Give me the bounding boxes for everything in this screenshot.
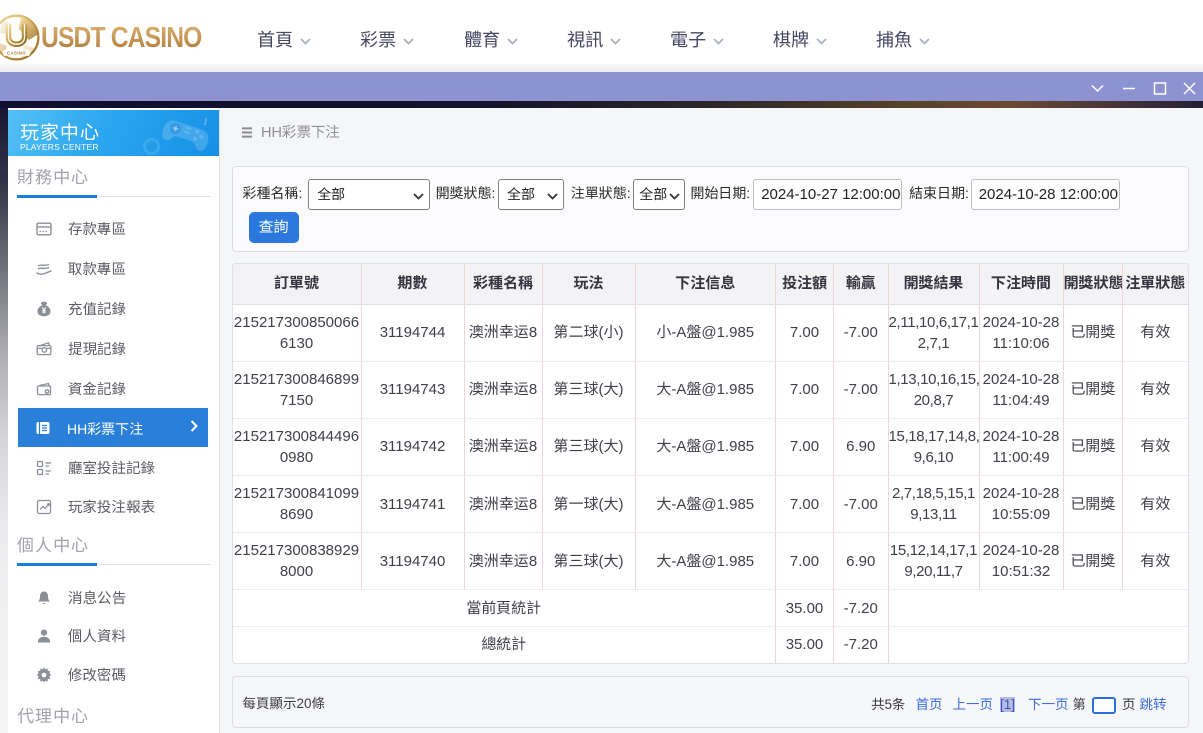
svg-text:CASINO: CASINO [7, 51, 26, 56]
